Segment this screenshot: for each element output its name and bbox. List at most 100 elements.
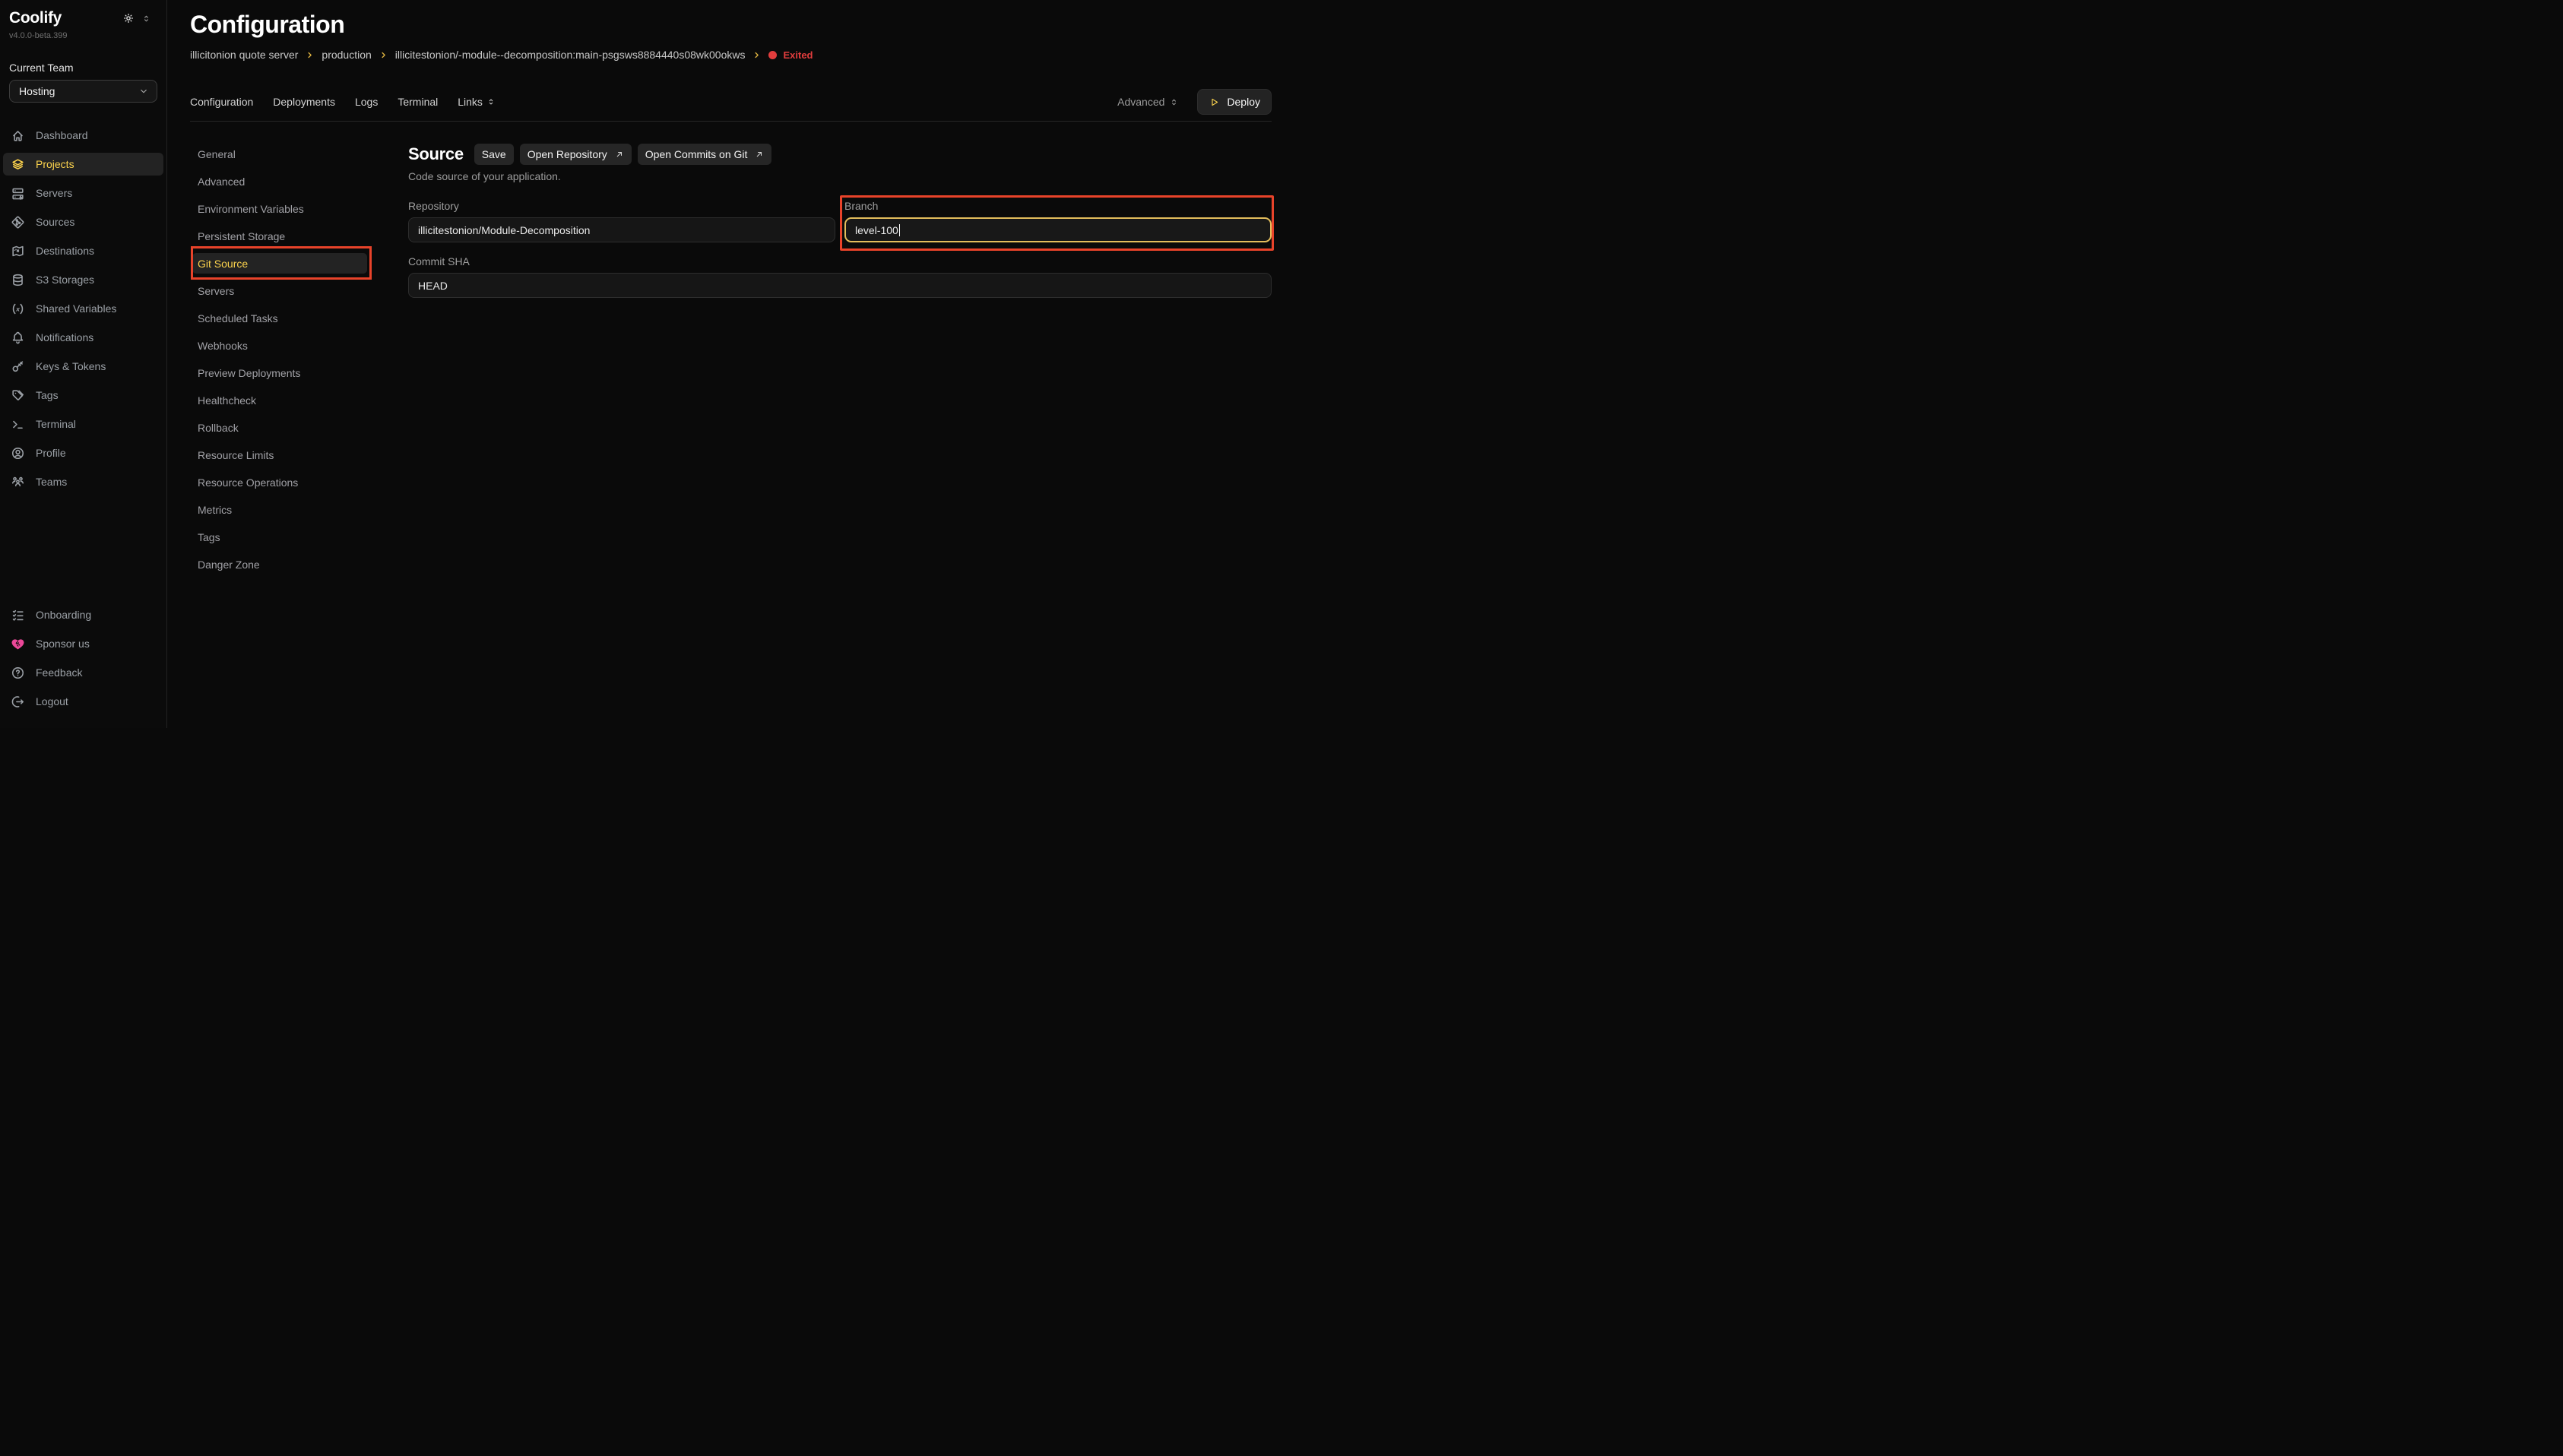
logout-icon (11, 695, 25, 709)
team-select-value: Hosting (19, 85, 55, 97)
bell-icon (11, 331, 25, 345)
sidebar-bottom-nav: Onboarding Sponsor us Feedback Logout (3, 603, 163, 719)
status-text: Exited (783, 49, 813, 61)
commit-sha-label: Commit SHA (408, 255, 1272, 267)
repository-input[interactable] (408, 217, 835, 242)
key-icon (11, 359, 25, 374)
chevron-right-icon (379, 51, 388, 59)
subnav-item-servers[interactable]: Servers (192, 280, 367, 301)
tab-terminal[interactable]: Terminal (398, 96, 438, 108)
subnav-item-tags[interactable]: Tags (192, 527, 367, 547)
section-heading: Source (408, 144, 464, 164)
play-icon (1209, 97, 1220, 108)
commit-sha-input[interactable] (408, 273, 1272, 298)
sidebar-item-keys-tokens[interactable]: Keys & Tokens (3, 355, 163, 378)
breadcrumb-project[interactable]: illicitonion quote server (190, 49, 298, 61)
config-subnav: General Advanced Environment Variables P… (190, 144, 408, 581)
open-repository-button[interactable]: Open Repository (520, 144, 632, 165)
section-description: Code source of your application. (408, 170, 1272, 182)
repository-label: Repository (408, 200, 835, 212)
text-cursor (899, 224, 901, 236)
open-commits-button[interactable]: Open Commits on Git (638, 144, 772, 165)
sidebar-item-feedback[interactable]: Feedback (3, 661, 163, 684)
svg-text:x: x (15, 305, 21, 312)
sidebar-item-notifications[interactable]: Notifications (3, 326, 163, 349)
sidebar-item-s3-storages[interactable]: S3 Storages (3, 268, 163, 291)
sidebar-item-terminal[interactable]: Terminal (3, 413, 163, 435)
sidebar-item-profile[interactable]: Profile (3, 442, 163, 464)
tag-icon (11, 388, 25, 403)
status-badge: Exited (768, 49, 813, 61)
current-team-label: Current Team (9, 62, 157, 74)
layers-icon (11, 157, 25, 172)
subnav-item-metrics[interactable]: Metrics (192, 499, 367, 520)
sidebar-item-destinations[interactable]: Destinations (3, 239, 163, 262)
deploy-button[interactable]: Deploy (1197, 89, 1272, 115)
subnav-item-danger-zone[interactable]: Danger Zone (192, 554, 367, 574)
commit-sha-field: Commit SHA (408, 255, 1272, 298)
main-area: Configuration illicitonion quote server … (167, 0, 1282, 728)
sidebar-item-projects[interactable]: Projects (3, 153, 163, 176)
branch-field: Branch level-100 (844, 200, 1272, 242)
terminal-icon (11, 417, 25, 432)
subnav-item-git-source[interactable]: Git Source (192, 253, 367, 274)
subnav-item-resource-limits[interactable]: Resource Limits (192, 445, 367, 465)
sidebar-nav: Dashboard Projects Servers Sources Desti… (3, 124, 163, 499)
server-icon (11, 186, 25, 201)
tab-links[interactable]: Links (458, 96, 496, 108)
help-circle-icon (11, 666, 25, 680)
subnav-item-general[interactable]: General (192, 144, 367, 164)
sidebar-item-sponsor-us[interactable]: Sponsor us (3, 632, 163, 655)
subnav-item-environment-variables[interactable]: Environment Variables (192, 198, 367, 219)
subnav-item-resource-operations[interactable]: Resource Operations (192, 472, 367, 492)
sidebar-item-onboarding[interactable]: Onboarding (3, 603, 163, 626)
sidebar-item-shared-variables[interactable]: x Shared Variables (3, 297, 163, 320)
sidebar-item-dashboard[interactable]: Dashboard (3, 124, 163, 147)
tab-configuration[interactable]: Configuration (190, 96, 253, 108)
team-select[interactable]: Hosting (9, 80, 157, 103)
theme-sun-icon[interactable] (122, 12, 135, 24)
app-logo: Coolify (9, 8, 62, 27)
branch-input[interactable]: level-100 (844, 217, 1272, 242)
theme-selector-icon[interactable] (141, 14, 151, 24)
tab-logs[interactable]: Logs (355, 96, 378, 108)
save-button[interactable]: Save (474, 144, 514, 165)
sidebar-item-logout[interactable]: Logout (3, 690, 163, 713)
subnav-item-preview-deployments[interactable]: Preview Deployments (192, 362, 367, 383)
subnav-item-healthcheck[interactable]: Healthcheck (192, 390, 367, 410)
subnav-item-webhooks[interactable]: Webhooks (192, 335, 367, 356)
sidebar-spacer (9, 499, 157, 582)
variable-icon: x (11, 302, 25, 316)
sidebar-item-servers[interactable]: Servers (3, 182, 163, 204)
breadcrumb-application[interactable]: illicitestonion/-module--decomposition:m… (395, 49, 746, 61)
map-icon (11, 244, 25, 258)
coolify-app: Coolify v4.0.0-beta.399 Current Team Hos… (0, 0, 1282, 728)
breadcrumb-environment[interactable]: production (322, 49, 371, 61)
sidebar-item-sources[interactable]: Sources (3, 210, 163, 233)
database-icon (11, 273, 25, 287)
breadcrumb: illicitonion quote server production ill… (190, 49, 1272, 61)
subnav-item-persistent-storage[interactable]: Persistent Storage (192, 226, 367, 246)
sidebar-item-tags[interactable]: Tags (3, 384, 163, 407)
app-version: v4.0.0-beta.399 (9, 31, 157, 40)
git-source-panel: Source Save Open Repository Open Commits… (408, 144, 1272, 581)
subnav-item-advanced[interactable]: Advanced (192, 171, 367, 191)
chevron-down-icon (138, 86, 149, 97)
advanced-dropdown[interactable]: Advanced (1117, 96, 1179, 108)
checklist-icon (11, 608, 25, 622)
sidebar-header: Coolify (9, 8, 157, 27)
sidebar: Coolify v4.0.0-beta.399 Current Team Hos… (0, 0, 167, 728)
sidebar-item-teams[interactable]: Teams (3, 470, 163, 493)
branch-label: Branch (844, 200, 1272, 212)
git-diamond-icon (11, 215, 25, 229)
subnav-item-rollback[interactable]: Rollback (192, 417, 367, 438)
chevron-right-icon (752, 51, 761, 59)
page-title: Configuration (190, 11, 1272, 39)
tab-deployments[interactable]: Deployments (273, 96, 335, 108)
external-link-icon (755, 150, 764, 159)
user-circle-icon (11, 446, 25, 461)
home-icon (11, 128, 25, 143)
subnav-item-scheduled-tasks[interactable]: Scheduled Tasks (192, 308, 367, 328)
repository-field: Repository (408, 200, 835, 242)
heart-handshake-icon (11, 637, 25, 651)
